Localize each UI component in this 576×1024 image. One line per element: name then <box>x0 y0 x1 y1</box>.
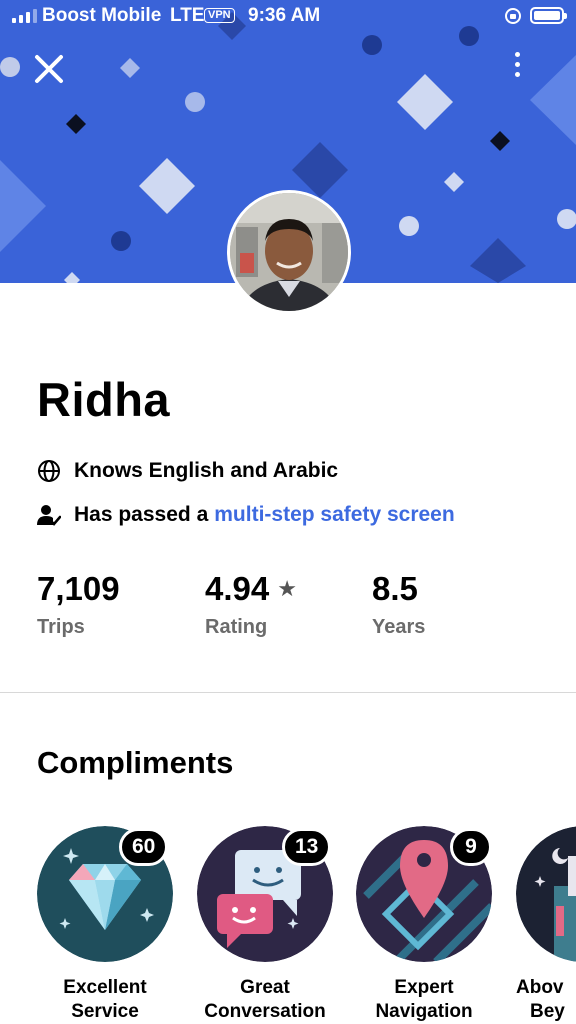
compliments-title: Compliments <box>37 745 234 780</box>
more-options-icon <box>515 52 520 57</box>
compliment-great-conversation[interactable]: 13 Great Conversation <box>197 826 337 1024</box>
battery-icon <box>530 7 567 24</box>
compliment-label: Great Conversation <box>204 977 326 1022</box>
close-button[interactable] <box>30 50 68 88</box>
stat-years-label: Years <box>372 616 426 638</box>
more-options-button[interactable] <box>505 50 531 80</box>
compliment-label: Excellent Service <box>63 977 147 1022</box>
verified-person-icon <box>37 505 61 526</box>
driver-name: Ridha <box>37 373 171 426</box>
rotation-lock-icon <box>505 8 521 24</box>
compliment-expert-navigation[interactable]: 9 Expert Navigation <box>356 826 496 1024</box>
section-divider <box>0 692 576 693</box>
stat-trips-value: 7,109 <box>37 570 120 607</box>
network-type: LTE <box>170 5 205 26</box>
avatar <box>227 190 351 314</box>
compliment-excellent-service[interactable]: 60 Excellent Service <box>37 826 177 1024</box>
globe-icon <box>38 460 60 482</box>
languages-row: Knows English and Arabic <box>37 459 338 483</box>
stat-years: 8.5 Years <box>372 570 425 639</box>
star-icon: ★ <box>277 576 297 601</box>
stat-rating-label: Rating <box>205 616 268 638</box>
driver-photo <box>230 193 348 311</box>
compliment-above-and-beyond[interactable]: Abov Bey <box>516 826 576 1024</box>
carrier-name: Boost Mobile <box>42 5 162 26</box>
night-castle-badge-icon <box>516 826 576 962</box>
status-bar: Boost Mobile LTE VPN 9:36 AM <box>0 0 576 32</box>
compliment-label: Abov Bey <box>516 977 565 1022</box>
signal-strength-icon <box>12 9 37 23</box>
compliment-count-badge: 13 <box>282 828 332 866</box>
compliment-count-badge: 9 <box>450 828 492 866</box>
compliment-count-badge: 60 <box>119 828 169 866</box>
close-icon <box>35 55 63 83</box>
stat-years-value: 8.5 <box>372 570 418 607</box>
compliment-label: Expert Navigation <box>375 977 473 1022</box>
stat-rating-row: 4.94 ★ <box>205 570 297 608</box>
safety-text: Has passed a <box>74 503 209 526</box>
safety-row: Has passed a multi-step safety screen <box>37 503 455 527</box>
stat-rating: 4.94 ★ Rating <box>205 570 297 639</box>
status-time: 9:36 AM <box>248 5 321 26</box>
stat-trips: 7,109 Trips <box>37 570 120 639</box>
stat-rating-value: 4.94 <box>205 570 270 607</box>
vpn-badge: VPN <box>204 8 235 23</box>
safety-screen-link[interactable]: multi-step safety screen <box>214 503 454 527</box>
languages-text: Knows English and Arabic <box>74 459 339 482</box>
stat-trips-label: Trips <box>37 616 85 638</box>
